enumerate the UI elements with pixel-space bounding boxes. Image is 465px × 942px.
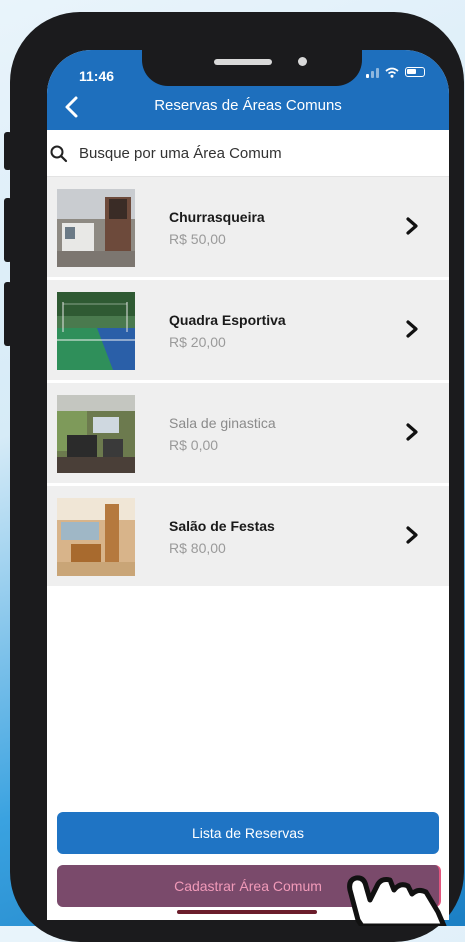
area-name: Churrasqueira xyxy=(169,209,265,225)
chevron-right-icon[interactable] xyxy=(405,526,419,544)
salao-thumbnail xyxy=(57,498,135,576)
chevron-right-icon[interactable] xyxy=(405,423,419,441)
quadra-thumbnail xyxy=(57,292,135,370)
area-price: R$ 50,00 xyxy=(169,231,226,247)
churrasqueira-thumbnail xyxy=(57,189,135,267)
area-price: R$ 20,00 xyxy=(169,334,226,350)
search-input[interactable]: Busque por uma Área Comum xyxy=(79,145,282,162)
chevron-right-icon[interactable] xyxy=(405,217,419,235)
phone-notch xyxy=(142,50,362,86)
chevron-right-icon[interactable] xyxy=(405,320,419,338)
signal-icon xyxy=(366,66,379,78)
phone-frame: 11:46 Reservas de Áreas Comuns Busque po… xyxy=(10,12,464,942)
list-item[interactable]: Salão de Festas R$ 80,00 xyxy=(47,486,449,586)
area-list: Churrasqueira R$ 50,00 Quadra Esportiva … xyxy=(47,177,449,589)
search-icon xyxy=(50,145,68,163)
battery-icon xyxy=(405,67,425,77)
list-item[interactable]: Churrasqueira R$ 50,00 xyxy=(47,177,449,277)
area-name: Sala de ginastica xyxy=(169,415,276,431)
area-price: R$ 80,00 xyxy=(169,540,226,556)
wifi-icon xyxy=(385,67,399,78)
reservations-list-button[interactable]: Lista de Reservas xyxy=(57,812,439,854)
list-item[interactable]: Sala de ginastica R$ 0,00 xyxy=(47,383,449,483)
area-price: R$ 0,00 xyxy=(169,437,219,453)
page-title: Reservas de Áreas Comuns xyxy=(154,97,342,114)
search-bar[interactable]: Busque por uma Área Comum xyxy=(47,130,449,177)
home-indicator xyxy=(177,910,317,914)
pointer-hand-icon xyxy=(347,875,447,926)
status-time: 11:46 xyxy=(79,68,115,84)
app-screen: 11:46 Reservas de Áreas Comuns Busque po… xyxy=(47,50,449,920)
area-name: Salão de Festas xyxy=(169,518,275,534)
area-name: Quadra Esportiva xyxy=(169,312,286,328)
status-icons xyxy=(366,66,425,78)
ginastica-thumbnail xyxy=(57,395,135,473)
list-item[interactable]: Quadra Esportiva R$ 20,00 xyxy=(47,280,449,380)
